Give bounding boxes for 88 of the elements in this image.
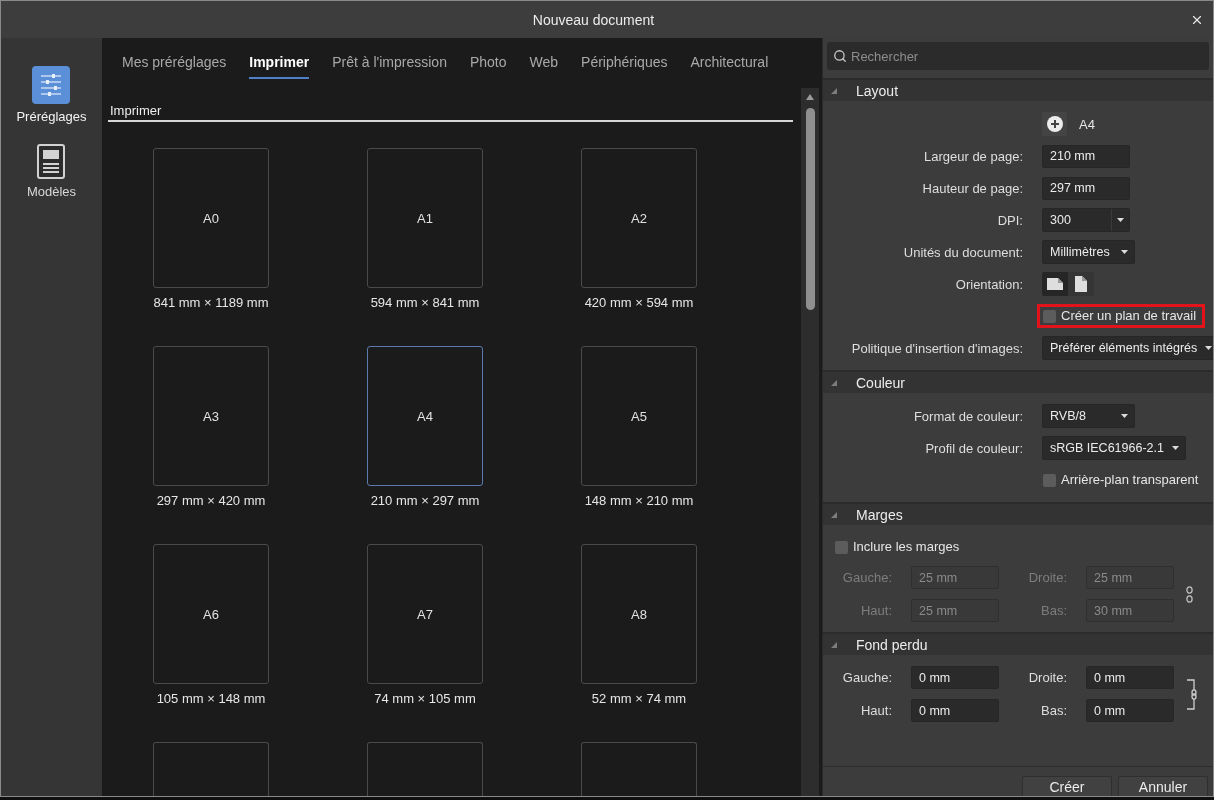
field-label: Bas: (1040, 603, 1067, 618)
landscape-page-icon (1047, 278, 1063, 290)
page-preset[interactable]: A6 (153, 544, 269, 684)
orientation-button[interactable] (1042, 272, 1068, 296)
field-label: Unités du document: (902, 244, 1023, 260)
preset-name: A4 (1079, 116, 1095, 132)
group-heading: Imprimer (108, 102, 793, 122)
section-header[interactable]: Fond perdu (823, 632, 1213, 655)
section-header[interactable]: Couleur (823, 370, 1213, 393)
tab[interactable]: Prêt à l'impression (332, 47, 447, 79)
caret-icon (1205, 346, 1213, 350)
text-field[interactable]: 0 mm (911, 699, 999, 722)
field-label: Gauche: (841, 570, 892, 585)
text-field[interactable]: 0 mm (1086, 699, 1174, 722)
tab[interactable]: Photo (469, 47, 507, 79)
scroll-up-icon[interactable] (806, 94, 814, 100)
field-label: Largeur de page: (922, 148, 1023, 164)
scrollbar-track[interactable] (801, 88, 819, 796)
tab[interactable]: Imprimer (249, 47, 310, 79)
page-preset[interactable]: A2 (581, 148, 697, 288)
field-label: Politique d'insertion d'images: (850, 340, 1023, 356)
page-preset[interactable]: A7 (367, 544, 483, 684)
section-header[interactable]: Layout (823, 78, 1213, 101)
dropdown[interactable]: Préférer éléments intégrés (1042, 336, 1213, 360)
tab[interactable]: Web (529, 47, 559, 79)
dropdown[interactable]: RVB/8 (1042, 404, 1135, 428)
field-label: Profil de couleur: (924, 440, 1023, 456)
checkbox[interactable] (835, 540, 848, 554)
field-label: Format de couleur: (912, 408, 1023, 424)
page-size-label: 594 mm × 841 mm (370, 295, 480, 311)
page-size-label: 148 mm × 210 mm (584, 493, 694, 509)
field-label: Hauteur de page: (921, 180, 1023, 196)
sidebar-item[interactable]: Modèles (26, 144, 77, 200)
caret-icon (1121, 250, 1128, 254)
portrait-page-icon (1075, 276, 1087, 292)
field-label: Bas: (1040, 703, 1067, 718)
checkbox-label[interactable]: Arrière-plan transparent (1061, 472, 1199, 488)
field-label: Gauche: (841, 670, 892, 685)
field-label: DPI: (996, 212, 1023, 228)
orientation-button[interactable] (1068, 272, 1094, 296)
text-field[interactable]: 297 mm (1042, 176, 1130, 200)
field-label: Haut: (859, 603, 892, 618)
page-preset[interactable]: A4 (367, 346, 483, 486)
page-size-label: 841 mm × 1189 mm (153, 295, 269, 311)
sidebar-item[interactable]: Préréglages (16, 66, 87, 125)
scrollbar-thumb[interactable] (805, 108, 815, 310)
dialog-button[interactable]: Créer (1022, 776, 1112, 796)
field-label: Droite: (1027, 570, 1067, 585)
page-preset[interactable]: A1 (367, 148, 483, 288)
page-size-label: 210 mm × 297 mm (370, 493, 480, 509)
checkbox[interactable] (1043, 309, 1056, 323)
page-size-label: 105 mm × 148 mm (156, 691, 266, 707)
add-preset-button[interactable] (1042, 112, 1067, 136)
dropdown[interactable]: sRGB IEC61966-2.1 (1042, 436, 1186, 460)
page-preset[interactable]: A0 (153, 148, 269, 288)
page-size-label: 74 mm × 105 mm (374, 691, 476, 707)
page-preset[interactable]: A3 (153, 346, 269, 486)
text-field[interactable]: 0 mm (911, 666, 999, 689)
text-field[interactable]: 0 mm (1086, 666, 1174, 689)
sliders-icon (32, 66, 71, 104)
field-label: Haut: (859, 703, 892, 718)
checkbox-label[interactable]: Inclure les marges (853, 539, 960, 555)
section-header[interactable]: Marges (823, 502, 1213, 525)
combo-box[interactable]: 300 (1042, 208, 1130, 232)
window-title: Nouveau document (532, 11, 655, 28)
checkbox[interactable] (1043, 473, 1056, 487)
tab[interactable]: Périphériques (581, 47, 668, 79)
page-size-label: 52 mm × 74 mm (591, 691, 687, 707)
field-label: Droite: (1027, 670, 1067, 685)
dialog-button[interactable]: Annuler (1118, 776, 1208, 796)
page-preset[interactable]: A5 (581, 346, 697, 486)
linked-chain-icon[interactable] (1186, 678, 1197, 710)
search-field[interactable]: Rechercher (827, 42, 1209, 70)
page-preset[interactable]: A8 (581, 544, 697, 684)
tab[interactable]: Mes préréglages (122, 47, 227, 79)
page-size-label: 297 mm × 420 mm (156, 493, 266, 509)
caret-icon (1171, 446, 1179, 450)
plus-circle-icon (1046, 116, 1063, 132)
document-icon (37, 144, 66, 179)
search-icon (833, 49, 847, 63)
caret-icon (1117, 218, 1124, 222)
tab[interactable]: Architectural (690, 47, 769, 79)
dropdown[interactable]: Millimètres (1042, 240, 1135, 264)
caret-icon (1121, 414, 1128, 418)
field-label: Orientation: (954, 276, 1023, 292)
checkbox-label[interactable]: Créer un plan de travail (1061, 308, 1197, 324)
page-size-label: 420 mm × 594 mm (584, 295, 694, 311)
text-field[interactable]: 210 mm (1042, 144, 1130, 168)
